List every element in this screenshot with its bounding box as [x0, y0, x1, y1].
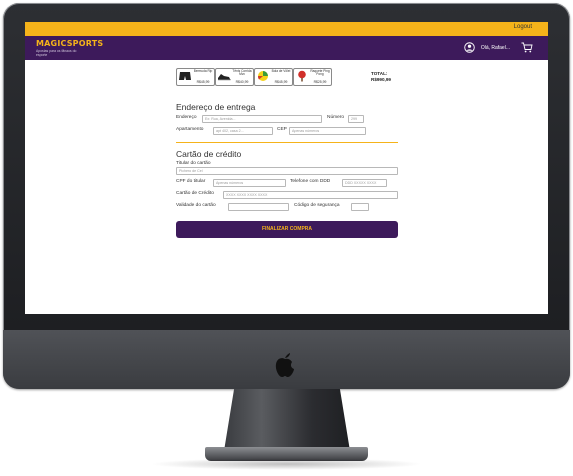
logout-link[interactable]: Logout: [514, 24, 532, 30]
phone-label: Telefone com DDD: [290, 179, 331, 184]
cart-item-price: R$40,99: [235, 80, 249, 84]
paddle-icon: [298, 70, 306, 82]
brand-tagline: Apostas para os fãnaus do esporte: [36, 49, 77, 57]
validity-input[interactable]: [228, 203, 289, 211]
cart-icon[interactable]: [521, 42, 533, 53]
cart-item-name: Tênis Corrida Mvc: [232, 69, 252, 77]
cart-item[interactable]: Tênis Corrida Mvc R$40,99: [215, 68, 254, 86]
apartment-label: Apartamento: [176, 127, 204, 132]
finalize-purchase-button[interactable]: FINALIZAR COMPRA: [176, 221, 398, 238]
user-greeting: Olá, Rafael...: [480, 45, 510, 51]
cart-item-price: R$45,99: [196, 80, 210, 84]
validity-cvv-row: Validade do cartão Código de segurança: [176, 202, 398, 212]
brand-logo[interactable]: MAGICSPORTS: [36, 39, 103, 48]
number-input[interactable]: 299: [348, 115, 364, 123]
cpf-label: CPF do titular: [176, 179, 206, 184]
screen: Logout MAGICSPORTS Apostas para os fãnau…: [25, 22, 548, 314]
cart-item[interactable]: Bermuda Rip R$45,99: [176, 68, 215, 86]
card-holder-row: Pichero de Cel: [176, 166, 398, 176]
volleyball-icon: [257, 71, 268, 81]
cart-item-name: Bola de Vôlei: [271, 69, 291, 73]
imac-stand: [224, 389, 350, 451]
number-label: Número: [327, 115, 345, 120]
cvv-input[interactable]: [351, 203, 369, 211]
card-number-label: Cartão de Crédito: [176, 191, 214, 196]
sneaker-icon: [218, 74, 231, 81]
cart-item-name: Raquete Ping Pong: [310, 69, 330, 77]
cep-label: CEP: [277, 127, 287, 132]
cart-item-name: Bermuda Rip: [193, 69, 213, 73]
cart-item-price: R$25,99: [313, 80, 327, 84]
card-section-title: Cartão de crédito: [176, 149, 242, 159]
apartment-row: Apartamento apt 402, casa 2... CEP Apena…: [176, 126, 398, 136]
cep-input[interactable]: Apenas números: [289, 127, 366, 135]
card-holder-input[interactable]: Pichero de Cel: [176, 167, 398, 175]
cart-summary: Bermuda Rip R$45,99 Tênis Corrida Mvc R$…: [176, 68, 398, 88]
cart-item-price: R$45,99: [274, 80, 288, 84]
address-input[interactable]: Ex: Rua, Avenida...: [202, 115, 322, 123]
cart-total: TOTAL: R$990,99: [371, 71, 391, 82]
phone-input[interactable]: DDD XXXXX XXXX: [342, 179, 387, 187]
address-label: Endereço: [176, 115, 197, 120]
checkout-content: Bermuda Rip R$45,99 Tênis Corrida Mvc R$…: [176, 68, 398, 238]
apple-logo-icon: [275, 353, 294, 377]
cvv-label: Código de segurança: [294, 203, 340, 208]
desk-shadow: [150, 458, 423, 470]
cart-item[interactable]: Bola de Vôlei R$45,99: [254, 68, 293, 86]
navbar: MAGICSPORTS Apostas para os fãnaus do es…: [25, 36, 548, 60]
cpf-input[interactable]: Apenas números: [213, 179, 286, 187]
validity-label: Validade do cartão: [176, 203, 216, 208]
card-number-input[interactable]: XXXX XXXX XXXX XXXX: [223, 191, 398, 199]
address-section-title: Endereço de entrega: [176, 102, 256, 112]
cart-item[interactable]: Raquete Ping Pong R$25,99: [293, 68, 332, 86]
shorts-icon: [179, 72, 191, 80]
cpf-phone-row: CPF do titular Apenas números Telefone c…: [176, 178, 398, 188]
topbar: Logout: [25, 22, 548, 36]
total-value: R$990,99: [371, 76, 391, 82]
address-row: Endereço Ex: Rua, Avenida... Número 299: [176, 114, 398, 124]
section-divider: [176, 142, 398, 143]
apartment-input[interactable]: apt 402, casa 2...: [213, 127, 273, 135]
card-number-row: Cartão de Crédito XXXX XXXX XXXX XXXX: [176, 190, 398, 200]
user-icon[interactable]: [464, 42, 475, 53]
